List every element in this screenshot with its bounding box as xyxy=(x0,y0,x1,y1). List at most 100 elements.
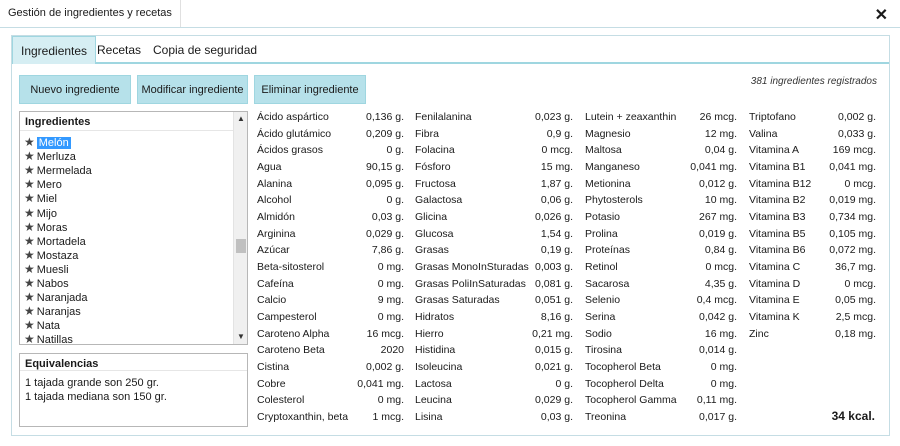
nutrient-value: 1 mcg. xyxy=(372,411,404,424)
nutrient-name: Galactosa xyxy=(415,194,463,207)
nutrient-value: 2,5 mcg. xyxy=(835,311,876,324)
scroll-down-icon[interactable]: ▼ xyxy=(234,330,247,344)
list-item[interactable]: ★ Merluza xyxy=(24,149,224,163)
nutrient-name: Folacina xyxy=(415,144,455,157)
nutrient-row: Lutein + zeaxanthin 26 mcg. xyxy=(585,109,737,125)
nutrient-value: 0 mg. xyxy=(377,311,404,324)
list-item[interactable]: ★ Natillas xyxy=(24,332,224,344)
nutrient-name: Campesterol xyxy=(257,311,317,324)
nutrient-name: Tirosina xyxy=(585,344,622,357)
list-item[interactable]: ★ Mermelada xyxy=(24,163,224,177)
nutrient-name: Caroteno Beta xyxy=(257,344,325,357)
nutrient-value: 0,017 g. xyxy=(699,411,737,424)
nutrient-row: Zinc 0,18 mg. xyxy=(749,326,876,342)
nutrient-value: 1,54 g. xyxy=(540,227,573,240)
nutrient-row: Glucosa 1,54 g. xyxy=(415,226,573,242)
list-item[interactable]: ★ Mero xyxy=(24,177,224,191)
nutrient-value: 4,35 g. xyxy=(704,277,737,290)
nutrient-value: 0,041 mg. xyxy=(690,161,737,173)
nutrient-value: 0 mg. xyxy=(377,277,404,290)
nutrient-row: Tirosina 0,014 g. xyxy=(585,342,737,358)
nutrient-row: Agua 90,15 g. xyxy=(257,159,404,175)
list-item[interactable]: ★ Mostaza xyxy=(24,248,224,262)
nutrient-name: Isoleucina xyxy=(415,361,463,374)
star-icon: ★ xyxy=(24,163,35,178)
nutrient-name: Valina xyxy=(749,127,778,140)
star-icon: ★ xyxy=(24,247,35,262)
nutrient-value: 0,012 g. xyxy=(699,177,737,190)
nutrient-row: Maltosa 0,04 g. xyxy=(585,142,737,158)
list-item[interactable]: ★ Mortadela xyxy=(24,234,224,248)
nutrient-name: Hidratos xyxy=(415,311,455,324)
nutrient-name: Retinol xyxy=(585,261,618,274)
list-item[interactable]: ★ Moras xyxy=(24,220,224,234)
nutrient-value: 0 g. xyxy=(555,377,573,390)
nutrient-value: 0,84 g. xyxy=(704,244,737,257)
nutrient-value: 169 mcg. xyxy=(832,144,876,157)
nutrient-value: 0,021 g. xyxy=(535,361,573,374)
new-ingredient-button[interactable]: Nuevo ingrediente xyxy=(19,75,131,104)
nutrient-row: Vitamina D 0 mcg. xyxy=(749,276,876,292)
nutrient-row: Sacarosa 4,35 g. xyxy=(585,276,737,292)
nutrient-value: 1,87 g. xyxy=(540,177,573,190)
list-item-label: Nata xyxy=(36,320,61,333)
ingredient-list[interactable]: Ingredientes ★ Melón ★ Merluza ★ Mermelada ★ Me… xyxy=(19,111,248,345)
tab-copia-seguridad[interactable]: Copia de seguridad xyxy=(145,36,265,64)
scroll-thumb[interactable] xyxy=(236,239,246,253)
tab-recetas[interactable]: Recetas xyxy=(89,36,149,64)
nutrient-row: Prolina 0,019 g. xyxy=(585,226,737,242)
nutrient-name: Fibra xyxy=(415,127,439,140)
list-item[interactable]: ★ Nabos xyxy=(24,276,224,290)
nutrient-row: Valina 0,033 g. xyxy=(749,126,876,142)
scroll-up-icon[interactable]: ▲ xyxy=(234,112,247,126)
nutrient-row: Retinol 0 mcg. xyxy=(585,259,737,275)
nutrient-name: Colesterol xyxy=(257,394,305,407)
nutrient-name: Cistina xyxy=(257,361,290,374)
nutrient-name: Vitamina E xyxy=(749,294,800,307)
star-icon: ★ xyxy=(24,304,35,319)
nutrient-name: Vitamina B6 xyxy=(749,244,806,257)
nutrient-name: Treonina xyxy=(585,411,627,424)
nutrient-value: 0 mcg. xyxy=(844,277,876,290)
nutrient-row: Galactosa 0,06 g. xyxy=(415,192,573,208)
nutrient-name: Arginina xyxy=(257,227,296,240)
list-item[interactable]: ★ Melón xyxy=(24,135,224,149)
list-item[interactable]: ★ Mijo xyxy=(24,206,224,220)
nutrient-row: Glicina 0,026 g. xyxy=(415,209,573,225)
nutrient-name: Ácido glutámico xyxy=(257,127,332,140)
nutrient-row: Cryptoxanthin, beta 1 mcg. xyxy=(257,409,404,425)
nutrient-row: Proteínas 0,84 g. xyxy=(585,242,737,258)
list-item-label: Moras xyxy=(36,221,68,234)
nutrient-value: 0 mg. xyxy=(377,394,404,407)
nutrient-name: Vitamina B2 xyxy=(749,194,806,207)
nutrient-value: 0,072 mg. xyxy=(829,244,876,257)
list-item[interactable]: ★ Miel xyxy=(24,191,224,205)
nutrient-name: Maltosa xyxy=(585,144,622,157)
list-item[interactable]: ★ Naranjas xyxy=(24,304,224,318)
nutrient-row: Fructosa 1,87 g. xyxy=(415,176,573,192)
nutrient-name: Magnesio xyxy=(585,127,631,140)
nutrient-row: Lactosa 0 g. xyxy=(415,376,573,392)
nutrient-value: 0,03 g. xyxy=(540,411,573,424)
star-icon: ★ xyxy=(24,191,35,206)
list-item-label: Naranjas xyxy=(36,306,81,319)
tab-ingredientes[interactable]: Ingredientes xyxy=(12,36,97,64)
nutrient-value: 0,095 g. xyxy=(366,177,404,190)
nutrient-value: 0,21 mg. xyxy=(532,327,573,340)
ingredient-list-scrollbar[interactable]: ▲ ▼ xyxy=(233,112,247,344)
list-item[interactable]: ★ Naranjada xyxy=(24,290,224,304)
close-icon[interactable]: ✕ xyxy=(875,5,888,25)
nutrient-value: 36,7 mg. xyxy=(835,261,876,274)
list-item-label: Mero xyxy=(36,179,62,192)
delete-ingredient-button[interactable]: Eliminar ingrediente xyxy=(254,75,366,104)
nutrient-value: 2020 xyxy=(380,344,404,357)
nutrient-value: 0 g. xyxy=(386,194,404,207)
nutrient-row: Grasas Saturadas 0,051 g. xyxy=(415,292,573,308)
list-item[interactable]: ★ Nata xyxy=(24,318,224,332)
nutrient-row: Manganeso 0,041 mg. xyxy=(585,159,737,175)
nutrient-row: Fibra 0,9 g. xyxy=(415,126,573,142)
list-item[interactable]: ★ Muesli xyxy=(24,262,224,276)
star-icon: ★ xyxy=(24,135,35,149)
nutrient-value: 0,002 g. xyxy=(366,361,404,374)
modify-ingredient-button[interactable]: Modificar ingrediente xyxy=(137,75,248,104)
